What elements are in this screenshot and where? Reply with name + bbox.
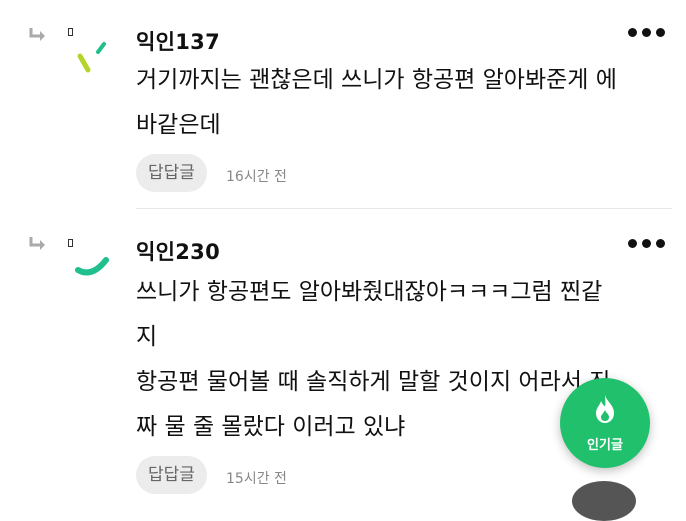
username: 익인137 — [136, 30, 220, 54]
reply-arrow-icon — [29, 28, 45, 41]
comment-line: 쓰니가 항공편도 알아봐줬대잖아ㅋㅋㅋ그럼 찐같 — [136, 279, 603, 305]
fab-label: 인기글 — [587, 438, 623, 453]
reply-arrow-icon — [29, 237, 45, 250]
flame-icon — [596, 395, 614, 423]
comment-line: 바같은데 — [136, 112, 221, 138]
comment-line: 지 — [136, 324, 158, 350]
avatar[interactable] — [74, 38, 114, 78]
bookmark-icon — [68, 28, 73, 36]
comment-text: 거기까지는 괜찮은데 쓰니가 항공편 알아봐준게 에 바같은데 — [136, 58, 671, 148]
username: 익인230 — [136, 240, 220, 264]
comment-line: 거기까지는 괜찮은데 쓰니가 항공편 알아봐준게 에 — [136, 67, 617, 93]
scroll-top-button[interactable] — [572, 481, 636, 521]
timestamp: 15시간 전 — [226, 471, 287, 487]
reply-button[interactable]: 답답글 — [136, 456, 207, 494]
reply-button[interactable]: 답답글 — [136, 154, 207, 192]
more-dots-icon[interactable] — [628, 26, 668, 38]
bookmark-icon — [68, 239, 73, 247]
more-dots-icon[interactable] — [628, 237, 668, 249]
divider — [136, 208, 672, 209]
timestamp: 16시간 전 — [226, 169, 287, 185]
avatar[interactable] — [74, 244, 114, 284]
popular-posts-button[interactable]: 인기글 — [560, 378, 650, 468]
